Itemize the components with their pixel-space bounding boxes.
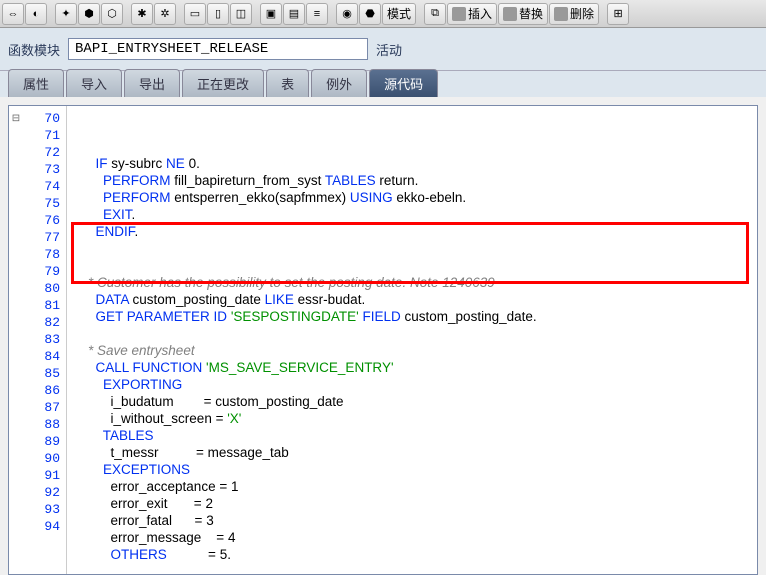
code-line[interactable]: PERFORM fill_bapireturn_from_syst TABLES… xyxy=(73,172,757,189)
line-number: 80 xyxy=(23,281,66,296)
tb-delete-label: 删除 xyxy=(570,5,594,22)
code-line[interactable]: CALL FUNCTION 'MS_SAVE_SERVICE_ENTRY' xyxy=(73,359,757,376)
line-number: 82 xyxy=(23,315,66,330)
code-line[interactable]: error_exit = 2 xyxy=(73,495,757,512)
line-number: 86 xyxy=(23,383,66,398)
line-number: 90 xyxy=(23,451,66,466)
line-number: 77 xyxy=(23,230,66,245)
tab-导入[interactable]: 导入 xyxy=(66,69,122,97)
tb-activate-icon[interactable]: ◐ xyxy=(25,3,47,25)
line-number: 84 xyxy=(23,349,66,364)
code-line[interactable]: error_acceptance = 1 xyxy=(73,478,757,495)
function-module-label: 函数模块 xyxy=(8,40,60,59)
code-line[interactable]: EXIT. xyxy=(73,206,757,223)
line-number: 78 xyxy=(23,247,66,262)
line-number: 76 xyxy=(23,213,66,228)
tb-breakpoint-icon[interactable]: ◉ xyxy=(336,3,358,25)
line-number: 87 xyxy=(23,400,66,415)
tab-源代码[interactable]: 源代码 xyxy=(369,69,438,97)
code-line[interactable]: EXCEPTIONS xyxy=(73,461,757,478)
line-number: 75 xyxy=(23,196,66,211)
tb-delete-group[interactable]: 删除 xyxy=(549,3,599,25)
code-line[interactable]: * Customer has the possibility to set th… xyxy=(73,274,757,291)
code-line[interactable]: error_message = 4 xyxy=(73,529,757,546)
code-line[interactable]: i_without_screen = 'X' xyxy=(73,410,757,427)
tb-display-icon[interactable]: ⬢ xyxy=(78,3,100,25)
line-number: 73 xyxy=(23,162,66,177)
tb-pretty-icon[interactable]: ⧉ xyxy=(424,3,446,25)
tab-导出[interactable]: 导出 xyxy=(124,69,180,97)
code-line[interactable]: OTHERS = 5. xyxy=(73,546,757,563)
line-number: 71 xyxy=(23,128,66,143)
function-module-input[interactable] xyxy=(68,38,368,60)
tb-check-icon[interactable]: ⇔ xyxy=(2,3,24,25)
tb-paste-icon[interactable]: ◫ xyxy=(230,3,252,25)
tb-cut-icon[interactable]: ▭ xyxy=(184,3,206,25)
tb-whereused-icon[interactable]: ✦ xyxy=(55,3,77,25)
tb-copy-icon[interactable]: ▯ xyxy=(207,3,229,25)
tab-例外[interactable]: 例外 xyxy=(311,69,367,97)
tb-replace-group[interactable]: 替换 xyxy=(498,3,548,25)
line-number: 94 xyxy=(23,519,66,534)
tb-next-icon[interactable]: ▤ xyxy=(283,3,305,25)
tb-mode-group[interactable]: 模式 xyxy=(382,3,416,25)
line-number: 89 xyxy=(23,434,66,449)
line-number: 92 xyxy=(23,485,66,500)
line-number: 93 xyxy=(23,502,66,517)
code-line[interactable]: t_messr = message_tab xyxy=(73,444,757,461)
code-line[interactable] xyxy=(73,240,757,257)
tb-prev-icon[interactable]: ▣ xyxy=(260,3,282,25)
code-line[interactable] xyxy=(73,257,757,274)
line-number: 79 xyxy=(23,264,66,279)
function-status: 活动 xyxy=(376,40,402,59)
delete-icon xyxy=(554,7,568,21)
tb-insert-group[interactable]: 插入 xyxy=(447,3,497,25)
tab-表[interactable]: 表 xyxy=(266,69,309,97)
code-line[interactable]: * Save entrysheet xyxy=(73,342,757,359)
code-line[interactable]: EXPORTING xyxy=(73,376,757,393)
code-line[interactable]: i_budatum = custom_posting_date xyxy=(73,393,757,410)
line-number: 83 xyxy=(23,332,66,347)
code-area[interactable]: IF sy-subrc NE 0. PERFORM fill_bapiretur… xyxy=(67,106,757,574)
replace-icon xyxy=(503,7,517,21)
code-line[interactable] xyxy=(73,325,757,342)
line-number: 72 xyxy=(23,145,66,160)
line-number: 88 xyxy=(23,417,66,432)
tb-find-icon[interactable]: ✱ xyxy=(131,3,153,25)
line-gutter: ⊟707172737475767778798081828384858687888… xyxy=(9,106,67,574)
tb-mode-label: 模式 xyxy=(387,5,411,22)
code-line[interactable] xyxy=(73,563,757,574)
code-editor: ⊟707172737475767778798081828384858687888… xyxy=(8,105,758,575)
code-line[interactable]: PERFORM entsperren_ekko(sapfmmex) USING … xyxy=(73,189,757,206)
code-line[interactable]: TABLES xyxy=(73,427,757,444)
line-number: 85 xyxy=(23,366,66,381)
tb-findnext-icon[interactable]: ✲ xyxy=(154,3,176,25)
tb-other-icon[interactable]: ⬡ xyxy=(101,3,123,25)
line-number: 81 xyxy=(23,298,66,313)
tb-insert-label: 插入 xyxy=(468,5,492,22)
tab-属性[interactable]: 属性 xyxy=(8,69,64,97)
code-line[interactable]: IF sy-subrc NE 0. xyxy=(73,155,757,172)
tb-list-icon[interactable]: ≡ xyxy=(306,3,328,25)
function-bar: 函数模块 活动 xyxy=(0,28,766,71)
line-number: 91 xyxy=(23,468,66,483)
code-line[interactable]: ENDIF. xyxy=(73,223,757,240)
insert-icon xyxy=(452,7,466,21)
line-number: 70 xyxy=(23,111,66,126)
code-line[interactable]: error_fatal = 3 xyxy=(73,512,757,529)
tb-help-icon[interactable]: ⊞ xyxy=(607,3,629,25)
tb-pattern-icon[interactable]: ⬣ xyxy=(359,3,381,25)
tab-正在更改[interactable]: 正在更改 xyxy=(182,69,264,97)
code-line[interactable]: DATA custom_posting_date LIKE essr-budat… xyxy=(73,291,757,308)
main-toolbar: ⇔ ◐ ✦ ⬢ ⬡ ✱ ✲ ▭ ▯ ◫ ▣ ▤ ≡ ◉ ⬣ 模式 ⧉ 插入 替换… xyxy=(0,0,766,28)
line-number: 74 xyxy=(23,179,66,194)
code-line[interactable]: GET PARAMETER ID 'SESPOSTINGDATE' FIELD … xyxy=(73,308,757,325)
tab-strip: 属性导入导出正在更改表例外源代码 xyxy=(0,71,766,97)
tb-replace-label: 替换 xyxy=(519,5,543,22)
